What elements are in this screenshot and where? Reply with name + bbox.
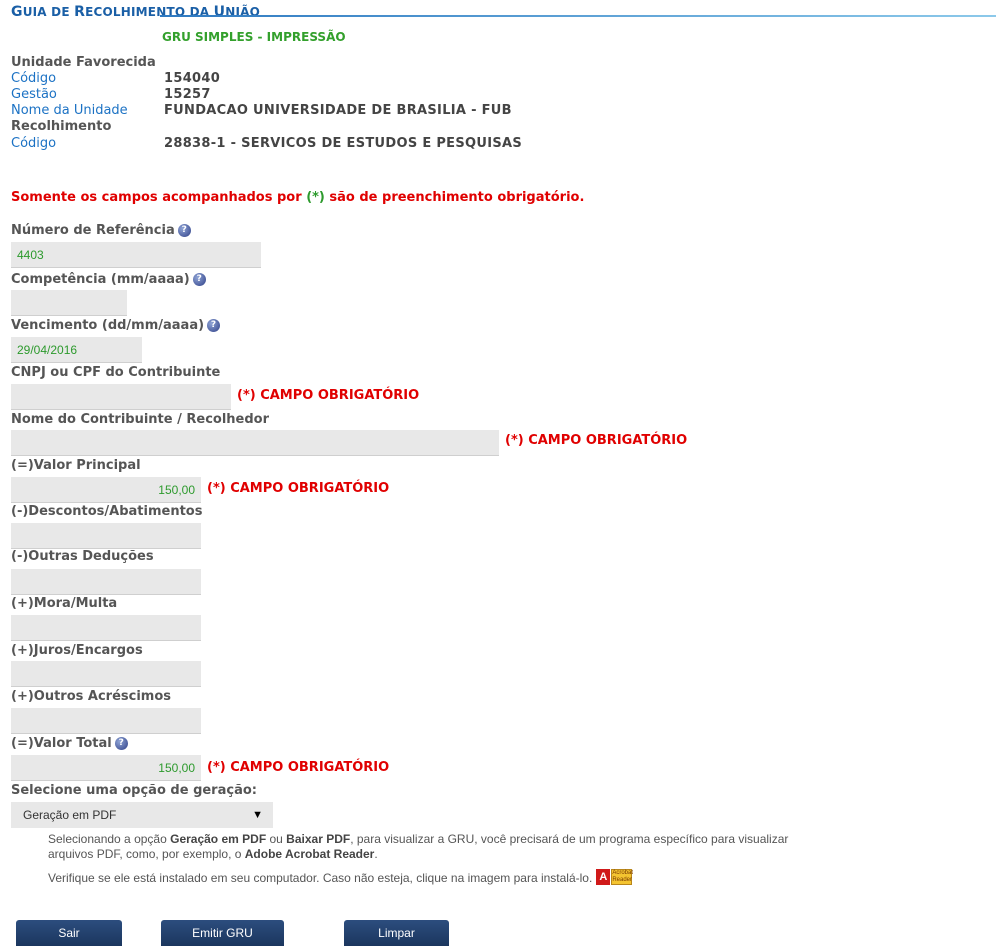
question-help-icon[interactable]: ? (114, 737, 128, 750)
juros-input[interactable] (11, 661, 201, 687)
valor-total-input[interactable]: 150,00 (11, 755, 201, 781)
info-line-2: arquivos PDF, como, por exemplo, o Adobe… (48, 847, 378, 861)
competencia-input[interactable] (11, 290, 127, 316)
deducoes-label: (-)Outras Deduções (11, 549, 154, 564)
recolhimento-codigo-value: 28838-1 - SERVICOS DE ESTUDOS E PESQUISA… (164, 136, 523, 151)
required-fields-notice: Somente os campos acompanhados por (*) s… (11, 190, 585, 205)
question-help-icon[interactable]: ? (177, 224, 191, 237)
referencia-label: Número de Referência? (11, 223, 191, 238)
adobe-reader-icon[interactable]: A Acrobat Reader (596, 869, 633, 885)
vencimento-label: Vencimento (dd/mm/aaaa)? (11, 318, 221, 333)
page-subtitle: GRU SIMPLES - IMPRESSÃO (162, 30, 346, 44)
geracao-selected-value: Geração em PDF (23, 808, 117, 822)
competencia-label: Competência (mm/aaaa)? (11, 272, 206, 287)
nome-contribuinte-input[interactable] (11, 430, 499, 456)
geracao-label: Selecione uma opção de geração: (11, 783, 257, 798)
info-line-1: Selecionando a opção Geração em PDF ou B… (48, 832, 789, 846)
unidade-codigo-value: 154040 (164, 71, 221, 86)
acrescimos-input[interactable] (11, 708, 201, 734)
juros-label: (+)Juros/Encargos (11, 643, 143, 658)
mora-label: (+)Mora/Multa (11, 596, 118, 611)
header-divider (160, 15, 996, 17)
nome-required-text: (*) CAMPO OBRIGATÓRIO (505, 433, 688, 448)
cnpj-input[interactable] (11, 384, 231, 410)
deducoes-input[interactable] (11, 569, 201, 595)
valor-principal-required-text: (*) CAMPO OBRIGATÓRIO (207, 481, 390, 496)
gestao-label: Gestão (11, 87, 57, 102)
question-help-icon[interactable]: ? (207, 319, 221, 332)
geracao-select[interactable]: Geração em PDF ▼ (11, 802, 273, 828)
nome-unidade-value: FUNDACAO UNIVERSIDADE DE BRASILIA - FUB (164, 103, 512, 118)
recolhimento-codigo-label: Código (11, 136, 57, 151)
valor-principal-label: (=)Valor Principal (11, 458, 141, 473)
dropdown-arrow-icon: ▼ (252, 809, 263, 821)
nome-contribuinte-label: Nome do Contribuinte / Recolhedor (11, 412, 270, 427)
sair-button[interactable]: Sair (16, 920, 122, 946)
valor-total-label: (=)Valor Total? (11, 736, 128, 751)
mora-input[interactable] (11, 615, 201, 641)
question-help-icon[interactable]: ? (192, 273, 206, 286)
recolhimento-heading: Recolhimento (11, 119, 112, 134)
valor-principal-input[interactable]: 150,00 (11, 477, 201, 503)
info-line-3: Verifique se ele está instalado em seu c… (48, 869, 634, 885)
descontos-input[interactable] (11, 523, 201, 549)
cnpj-required-text: (*) CAMPO OBRIGATÓRIO (237, 388, 420, 403)
nome-unidade-label: Nome da Unidade (11, 103, 128, 118)
emitir-gru-button[interactable]: Emitir GRU (161, 920, 284, 946)
page-title: GUIA DE RECOLHIMENTO DA UNIÃO (11, 4, 261, 20)
gestao-value: 15257 (164, 87, 211, 102)
limpar-button[interactable]: Limpar (344, 920, 449, 946)
unidade-codigo-label: Código (11, 71, 57, 86)
referencia-input[interactable]: 4403 (11, 242, 261, 268)
vencimento-input[interactable]: 29/04/2016 (11, 337, 142, 363)
descontos-label: (-)Descontos/Abatimentos (11, 504, 203, 519)
cnpj-label: CNPJ ou CPF do Contribuinte (11, 365, 221, 380)
acrescimos-label: (+)Outros Acréscimos (11, 689, 172, 704)
unidade-heading: Unidade Favorecida (11, 55, 156, 70)
valor-total-required-text: (*) CAMPO OBRIGATÓRIO (207, 760, 390, 775)
